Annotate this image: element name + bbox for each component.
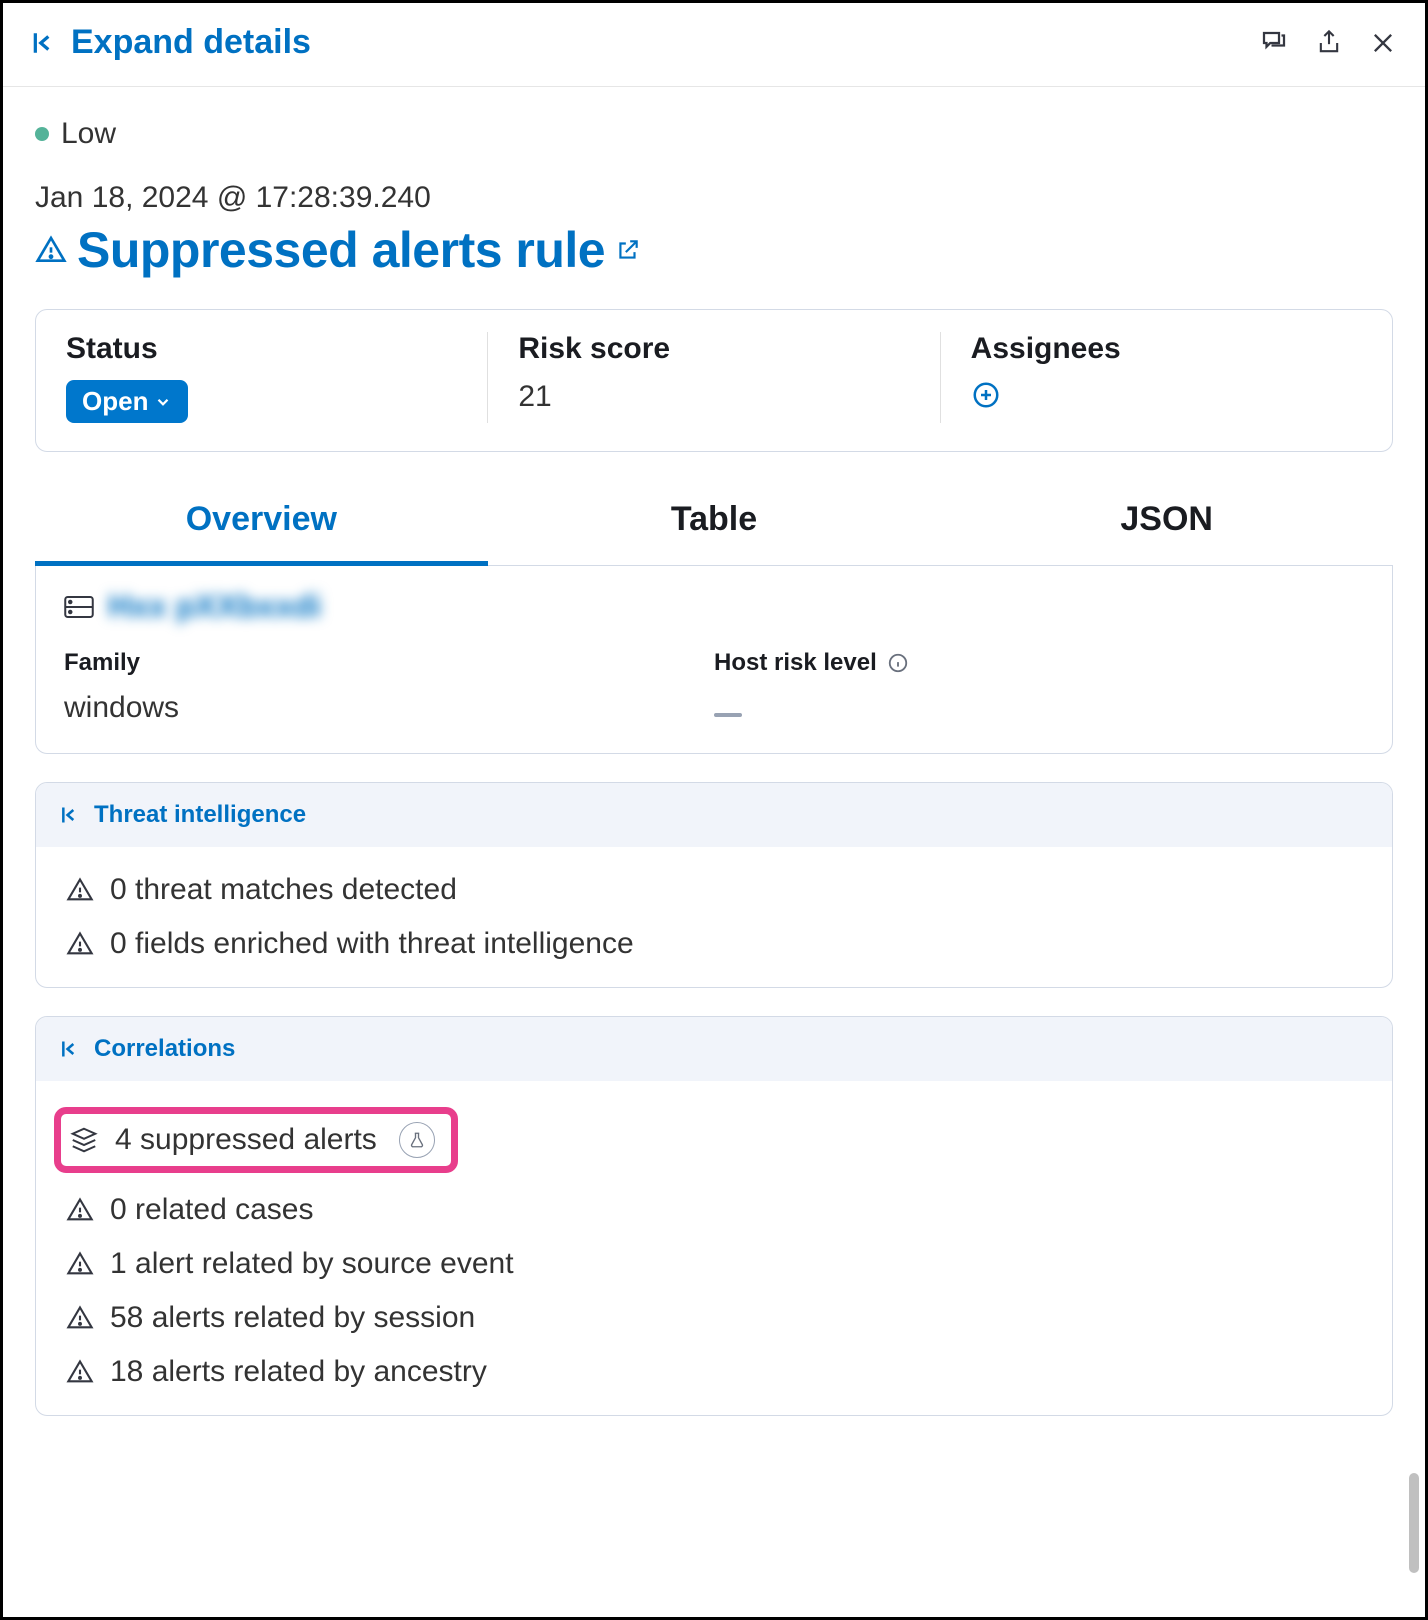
correlations-card: Correlations 4 suppressed alerts 0 relat… [35,1016,1393,1416]
list-item: 0 threat matches detected [66,873,1362,907]
list-item: 0 fields enriched with threat intelligen… [66,927,1362,961]
warning-icon [66,1196,94,1224]
severity-row: Low [35,117,1393,151]
list-item: 18 alerts related by ancestry [66,1355,1362,1389]
close-icon[interactable] [1369,29,1397,57]
host-name-redacted[interactable]: Hxx pXXbxxdi [108,588,321,625]
host-risk-value [714,691,1364,725]
status-heading: Status [66,332,457,366]
layers-icon [69,1125,99,1155]
threat-intel-card: Threat intelligence 0 threat matches det… [35,782,1393,988]
assignees-heading: Assignees [971,332,1362,366]
threat-intel-title: Threat intelligence [94,801,306,829]
warning-icon [66,876,94,904]
warning-icon [66,1304,94,1332]
alert-title-row: Suppressed alerts rule [35,221,1393,279]
scrollbar-thumb[interactable] [1409,1473,1419,1573]
chevron-down-icon [154,393,172,411]
tab-overview[interactable]: Overview [35,482,488,566]
correlations-title: Correlations [94,1035,235,1063]
share-icon[interactable] [1315,28,1343,58]
alert-meta-card: Status Open Risk score 21 Assignees [35,309,1393,452]
collapse-left-icon [31,28,57,58]
list-item: 58 alerts related by session [66,1301,1362,1335]
tab-json[interactable]: JSON [940,482,1393,565]
alert-tabs: Overview Table JSON [35,482,1393,566]
collapse-left-icon [60,803,80,827]
list-item: 1 alert related by source event [66,1247,1362,1281]
correlations-header[interactable]: Correlations [36,1017,1392,1081]
host-risk-label: Host risk level [714,649,1364,677]
expand-details-label: Expand details [71,23,311,62]
info-icon[interactable] [887,652,909,674]
warning-icon [35,234,67,266]
severity-dot-icon [35,127,49,141]
chat-icon[interactable] [1259,28,1289,58]
risk-score-heading: Risk score [518,332,909,366]
alert-timestamp: Jan 18, 2024 @ 17:28:39.240 [35,181,1393,215]
collapse-left-icon [60,1037,80,1061]
external-link-icon[interactable] [615,237,641,263]
host-card: Hxx pXXbxxdi Family windows Host risk le… [35,566,1393,754]
flask-icon [408,1131,426,1149]
tab-table[interactable]: Table [488,482,941,565]
add-assignee-button[interactable] [971,380,1362,410]
severity-label: Low [61,117,116,151]
list-item: 0 related cases [66,1193,1362,1227]
warning-icon [66,1358,94,1386]
plus-circle-icon [971,380,1001,410]
status-dropdown[interactable]: Open [66,380,188,423]
suppressed-alerts-row: 4 suppressed alerts [69,1122,435,1158]
expand-details-button[interactable]: Expand details [31,23,311,62]
alert-title-link[interactable]: Suppressed alerts rule [77,221,605,279]
beta-flask-badge[interactable] [399,1122,435,1158]
status-value: Open [82,386,148,417]
host-icon [64,595,94,619]
suppressed-alerts-highlight: 4 suppressed alerts [54,1107,458,1173]
host-family-label: Family [64,649,714,677]
threat-intel-header[interactable]: Threat intelligence [36,783,1392,847]
warning-icon [66,930,94,958]
warning-icon [66,1250,94,1278]
risk-score-value: 21 [518,380,909,414]
host-family-value: windows [64,691,714,725]
